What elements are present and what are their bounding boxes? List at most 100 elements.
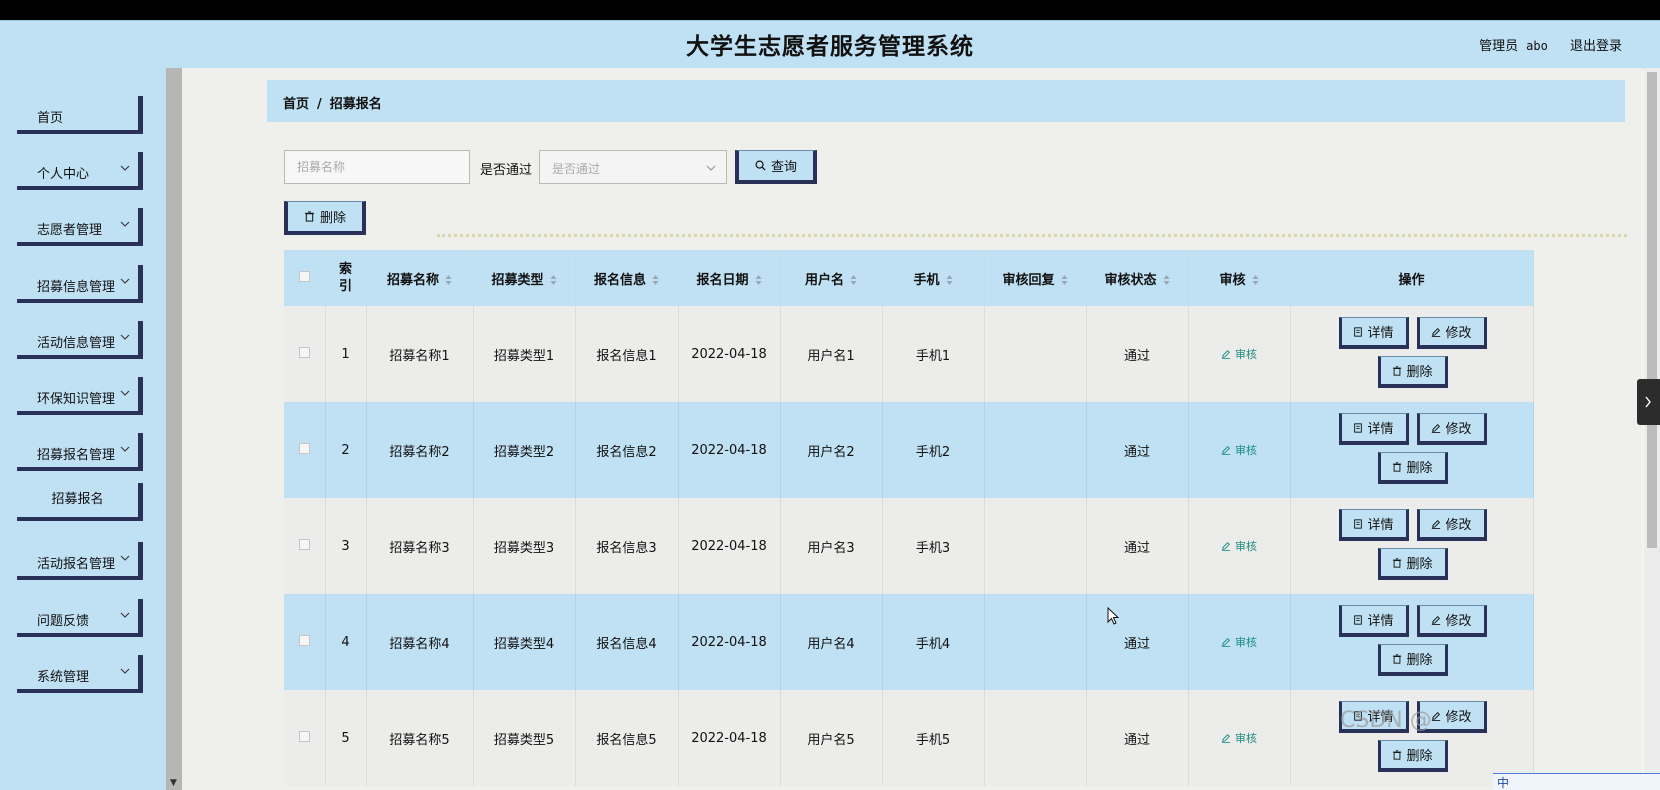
sidebar-item-2[interactable]: 志愿者管理 [17,208,143,246]
sidebar-item-6[interactable]: 招募报名管理 [17,433,143,471]
review-link[interactable]: 审核 [1221,730,1257,746]
sort-icon[interactable] [652,274,659,286]
column-header-2[interactable]: 招募类型 [473,250,576,306]
cell-reply [984,306,1087,402]
sidebar-subitem-recruit-signup[interactable]: 招募报名 [17,483,143,521]
sidebar-item-3[interactable]: 招募信息管理 [17,265,143,303]
sidebar-item-label: 个人中心 [37,167,90,182]
bulk-delete-label: 删除 [319,211,346,226]
table-row: 3 招募名称3 招募类型3 报名信息3 2022-04-18 用户名3 手机3 通过 审核 详情 修… [284,498,1534,594]
cell-user: 用户名3 [780,498,883,594]
breadcrumb-home[interactable]: 首页 [283,97,309,112]
sort-icon[interactable] [850,274,857,286]
sidebar-item-9[interactable]: 系统管理 [17,655,143,693]
edit-button[interactable]: 修改 [1416,413,1487,445]
sort-icon[interactable] [445,274,452,286]
row-checkbox[interactable] [298,346,310,358]
column-header-1[interactable]: 招募名称 [366,250,474,306]
column-header-9[interactable]: 审核 [1188,250,1291,306]
edit-button[interactable]: 修改 [1416,605,1487,637]
cell-review: 审核 [1188,690,1291,786]
app-title: 大学生志愿者服务管理系统 [686,33,974,60]
review-link[interactable]: 审核 [1221,346,1257,362]
bulk-delete-button[interactable]: 删除 [284,201,366,235]
sidebar-item-label: 志愿者管理 [37,223,103,238]
sort-icon[interactable] [1163,274,1170,286]
column-header-6[interactable]: 手机 [882,250,985,306]
query-button[interactable]: 查询 [735,150,817,184]
sidebar-item-7[interactable]: 活动报名管理 [17,542,143,580]
sidebar-item-1[interactable]: 个人中心 [17,152,143,190]
column-header-7[interactable]: 审核回复 [984,250,1087,306]
cell-date: 2022-04-18 [678,402,781,498]
detail-button[interactable]: 详情 [1338,605,1409,637]
detail-button[interactable]: 详情 [1338,509,1409,541]
cell-phone: 手机1 [882,306,985,402]
trash-icon [304,211,315,222]
recruit-signup-table: 索引 招募名称 招募类型 报名信息 报名日期 用户名 手机 审核回复 审核状态 审核 操作 1 招募名… [284,250,1534,786]
delete-button[interactable]: 删除 [1377,644,1448,676]
ime-mode-label[interactable]: 中 [1497,774,1509,790]
delete-button[interactable]: 删除 [1377,356,1448,388]
delete-button[interactable]: 删除 [1377,740,1448,772]
delete-button-label: 删除 [1406,557,1433,572]
review-link[interactable]: 审核 [1221,442,1257,458]
column-header-4[interactable]: 报名日期 [678,250,781,306]
document-icon [1354,422,1363,433]
cell-actions: 详情 修改 删除 [1290,690,1534,786]
column-header-label: 审核 [1219,272,1246,288]
row-checkbox[interactable] [298,730,310,742]
sidebar-scrollbar[interactable]: ▼ [166,68,182,790]
edit-button[interactable]: 修改 [1416,509,1487,541]
cell-status: 通过 [1086,594,1189,690]
sidebar-item-5[interactable]: 环保知识管理 [17,377,143,415]
review-link[interactable]: 审核 [1221,634,1257,650]
row-actions: 详情 修改删除 [1291,402,1533,498]
chevron-down-icon [120,446,130,452]
trash-icon [1393,557,1402,568]
main-scrollbar[interactable] [1644,68,1660,790]
sort-icon[interactable] [755,274,762,286]
scroll-down-icon[interactable]: ▼ [170,778,177,788]
edit-button[interactable]: 修改 [1416,317,1487,349]
review-link[interactable]: 审核 [1221,538,1257,554]
review-link-label: 审核 [1235,731,1257,745]
sidebar-item-4[interactable]: 活动信息管理 [17,321,143,359]
edit-button-label: 修改 [1445,518,1472,533]
column-header-3[interactable]: 报名信息 [575,250,679,306]
passed-select[interactable]: 是否通过 [539,150,727,184]
main-scrollbar-thumb[interactable] [1647,72,1657,548]
row-checkbox[interactable] [298,634,310,646]
select-all-checkbox[interactable] [298,270,310,282]
delete-button[interactable]: 删除 [1377,548,1448,580]
column-header-label: 报名日期 [696,272,749,288]
cell-review: 审核 [1188,594,1291,690]
detail-button[interactable]: 详情 [1338,317,1409,349]
sort-icon[interactable] [1252,274,1259,286]
pencil-icon [1221,445,1231,455]
recruit-name-input[interactable] [284,150,470,184]
sidebar-item-0[interactable]: 首页 [17,96,143,134]
row-checkbox[interactable] [298,442,310,454]
expand-panel-button[interactable] [1637,379,1660,425]
cell-name: 招募名称3 [366,498,474,594]
column-header-label: 用户名 [804,272,844,288]
chevron-down-icon [120,165,130,171]
sort-icon[interactable] [550,274,557,286]
row-actions: 详情 修改删除 [1291,306,1533,402]
ime-toolbar[interactable]: 中 [1493,773,1660,790]
column-header-8[interactable]: 审核状态 [1086,250,1189,306]
cell-actions: 详情 修改删除 [1290,402,1534,498]
pencil-icon [1432,615,1441,625]
row-checkbox[interactable] [298,538,310,550]
delete-button[interactable]: 删除 [1377,452,1448,484]
sort-icon[interactable] [1061,274,1068,286]
sort-icon[interactable] [946,274,953,286]
column-header-5[interactable]: 用户名 [780,250,883,306]
detail-button[interactable]: 详情 [1338,413,1409,445]
cell-type: 招募类型3 [473,498,576,594]
sidebar-item-8[interactable]: 问题反馈 [17,599,143,637]
pencil-icon [1221,637,1231,647]
trash-icon [1393,461,1402,472]
logout-link[interactable]: 退出登录 [1570,39,1622,54]
